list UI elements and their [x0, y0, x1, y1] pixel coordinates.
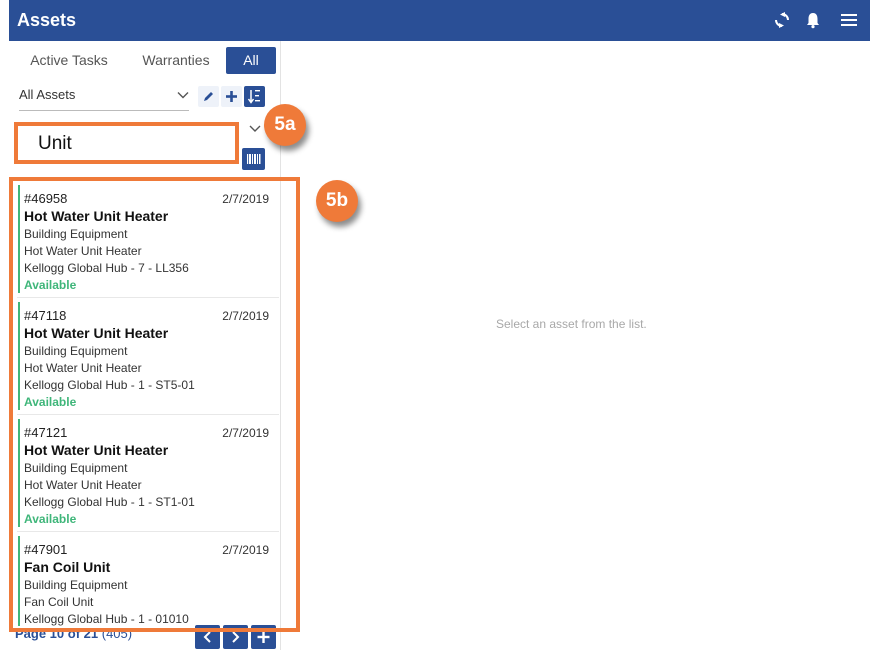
- page-title: Assets: [17, 10, 77, 30]
- search-input[interactable]: Unit: [14, 122, 239, 164]
- asset-filter-select[interactable]: All Assets: [19, 87, 189, 111]
- tab-all[interactable]: All: [226, 47, 276, 74]
- tab-active-tasks[interactable]: Active Tasks: [19, 47, 119, 74]
- edit-button[interactable]: [198, 86, 219, 107]
- list-highlight-callout: [9, 177, 300, 632]
- empty-state-message: Select an asset from the list.: [496, 317, 647, 331]
- sort-button[interactable]: [244, 86, 265, 107]
- sort-alpha-icon: [247, 90, 260, 104]
- callout-badge-5a: 5a: [264, 104, 306, 146]
- barcode-scan-button[interactable]: [242, 148, 265, 170]
- chevron-down-icon: [177, 92, 189, 99]
- app-header: Assets: [9, 0, 870, 41]
- tab-bar: Active Tasks Warranties All: [19, 47, 276, 74]
- bell-icon[interactable]: [804, 11, 822, 29]
- tab-warranties[interactable]: Warranties: [127, 47, 225, 74]
- asset-filter-value: All Assets: [19, 87, 76, 102]
- chevron-down-icon: [249, 125, 261, 132]
- search-input-value: Unit: [38, 133, 72, 154]
- plus-icon: [226, 91, 237, 102]
- callout-badge-5b: 5b: [316, 180, 358, 222]
- barcode-icon: [247, 154, 261, 164]
- sync-icon[interactable]: [773, 11, 791, 29]
- add-asset-button[interactable]: [221, 86, 242, 107]
- menu-icon[interactable]: [840, 11, 858, 29]
- pencil-icon: [204, 92, 213, 101]
